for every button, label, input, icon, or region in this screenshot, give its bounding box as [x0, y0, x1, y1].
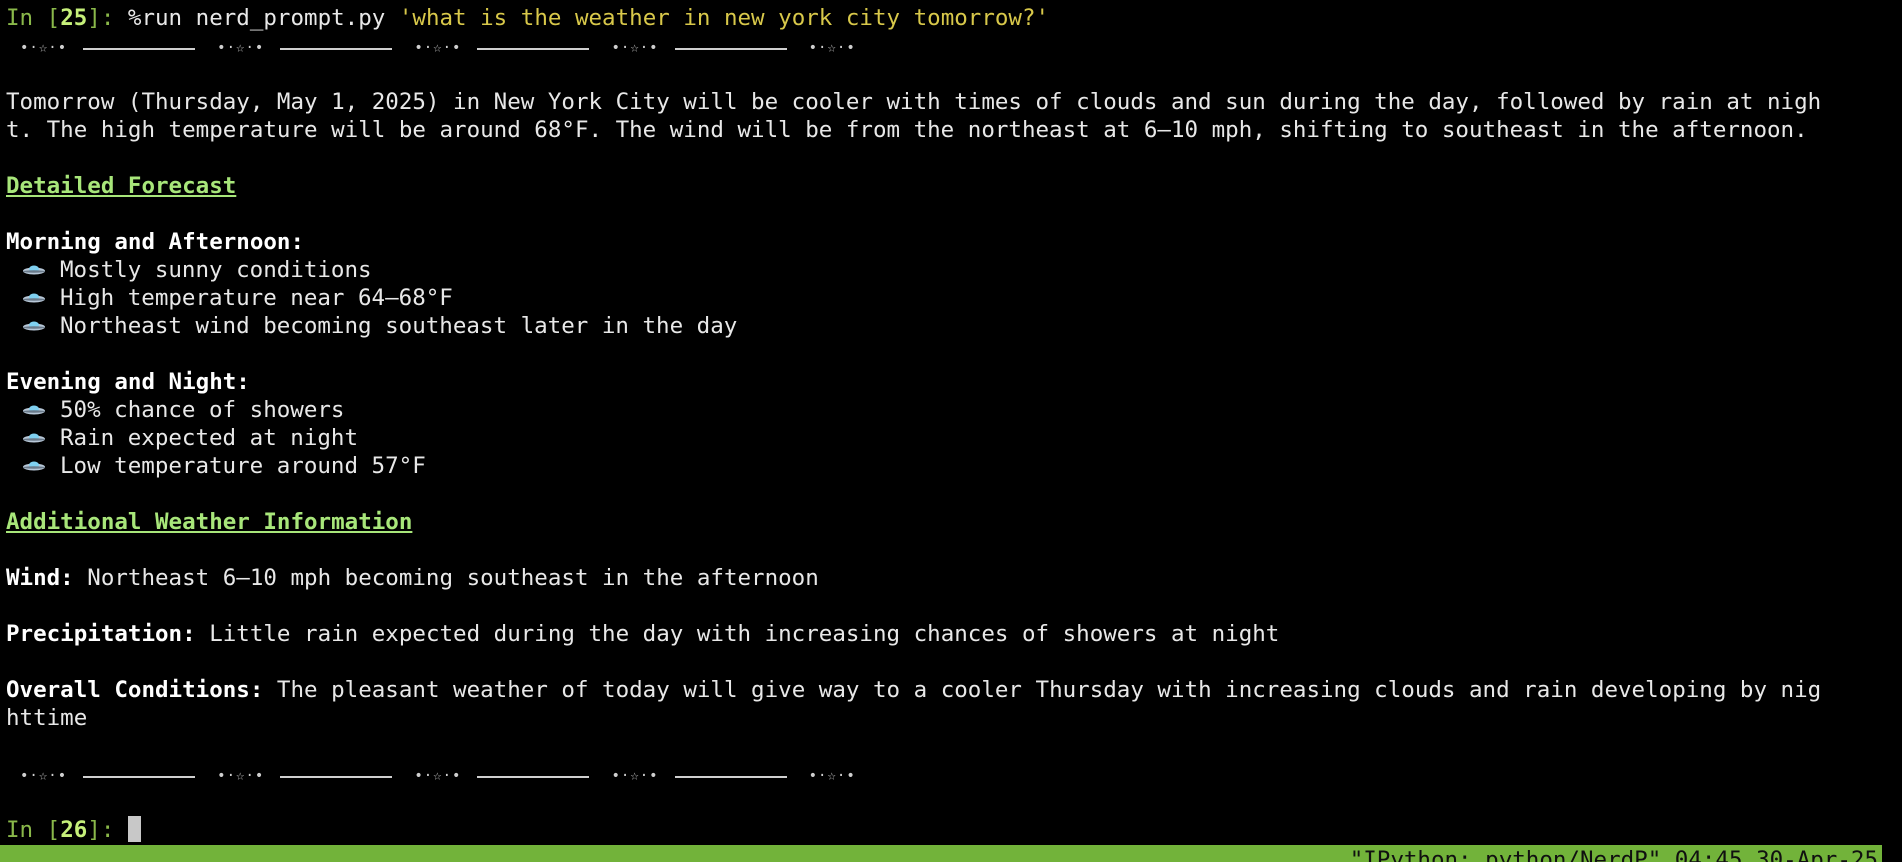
summary-line-1: Tomorrow (Thursday, May 1, 2025) in New … — [6, 89, 1822, 115]
wind-label: Wind: — [6, 565, 74, 591]
star-ornament-icon: •·☆·• — [808, 768, 856, 784]
list-item: High temperature near 64–68°F — [22, 284, 453, 312]
star-ornament-icon: •·☆·• — [611, 40, 659, 56]
prompt-number: 25 — [60, 5, 88, 31]
bottom-divider: •·☆·• •·☆·• •·☆·• •·☆·• •·☆·• — [20, 762, 856, 790]
morning-item-1: Mostly sunny conditions — [60, 257, 372, 283]
additional-info-heading: Additional Weather Information — [6, 509, 413, 535]
detailed-forecast-heading: Detailed Forecast — [6, 173, 237, 199]
wind-value: Northeast 6–10 mph becoming southeast in… — [73, 565, 819, 591]
input-prompt-25: In [25]: %run nerd_prompt.py 'what is th… — [6, 4, 1049, 32]
terminal-screen: In [25]: %run nerd_prompt.py 'what is th… — [0, 0, 1902, 845]
star-ornament-icon: •·☆·• — [217, 40, 265, 56]
evening-night-label: Evening and Night: — [6, 369, 250, 395]
morning-item-3: Northeast wind becoming southeast later … — [60, 313, 738, 339]
status-bar-text: "IPython: python/NerdP" 04:45 30-Apr-25 — [1349, 847, 1878, 862]
ufo-icon — [23, 321, 45, 331]
morning-item-2: High temperature near 64–68°F — [60, 285, 453, 311]
prompt-label: In [ — [6, 817, 61, 843]
prompt-suffix: ]: — [87, 5, 128, 31]
precipitation-line: Precipitation: Little rain expected duri… — [6, 620, 1279, 648]
divider-line — [674, 776, 787, 778]
input-prompt-26[interactable]: In [26]: — [6, 815, 141, 844]
text-cursor[interactable] — [127, 815, 141, 842]
star-ornament-icon: •·☆·• — [20, 768, 68, 784]
wind-line: Wind: Northeast 6–10 mph becoming southe… — [6, 564, 819, 592]
star-ornament-icon: •·☆·• — [808, 40, 856, 56]
divider-line — [477, 776, 590, 778]
precipitation-value: Little rain expected during the day with… — [195, 621, 1280, 647]
overall-conditions-wrap: httime — [6, 705, 88, 731]
command-argument: 'what is the weather in new york city to… — [398, 5, 1050, 31]
evening-item-3: Low temperature around 57°F — [60, 453, 426, 479]
summary-line-2: t. The high temperature will be around 6… — [6, 117, 1808, 143]
ufo-icon — [23, 461, 45, 471]
prompt-label: In [ — [6, 5, 61, 31]
evening-item-2: Rain expected at night — [60, 425, 359, 451]
status-bar: "IPython: python/NerdP" 04:45 30-Apr-25 — [0, 845, 1882, 862]
overall-label: Overall Conditions: — [6, 677, 264, 703]
list-item: Low temperature around 57°F — [22, 452, 426, 480]
star-ornament-icon: •·☆·• — [414, 40, 462, 56]
morning-afternoon-label: Morning and Afternoon: — [6, 229, 305, 255]
divider-line — [674, 48, 787, 50]
divider-line — [280, 48, 393, 50]
list-item: Rain expected at night — [22, 424, 358, 452]
ufo-icon — [23, 265, 45, 275]
list-item: Mostly sunny conditions — [22, 256, 372, 284]
divider-line — [83, 776, 196, 778]
top-divider: •·☆·• •·☆·• •·☆·• •·☆·• •·☆·• — [20, 34, 856, 62]
divider-line — [83, 48, 196, 50]
prompt-suffix: ]: — [87, 817, 128, 843]
star-ornament-icon: •·☆·• — [611, 768, 659, 784]
list-item: 50% chance of showers — [22, 396, 344, 424]
precipitation-label: Precipitation: — [6, 621, 196, 647]
run-command: %run nerd_prompt.py — [127, 5, 399, 31]
divider-line — [280, 776, 393, 778]
prompt-number: 26 — [60, 817, 88, 843]
ufo-icon — [23, 405, 45, 415]
overall-value: The pleasant weather of today will give … — [263, 677, 1822, 703]
ufo-icon — [23, 433, 45, 443]
star-ornament-icon: •·☆·• — [414, 768, 462, 784]
divider-line — [477, 48, 590, 50]
list-item: Northeast wind becoming southeast later … — [22, 312, 737, 340]
star-ornament-icon: •·☆·• — [20, 40, 68, 56]
overall-conditions-line: Overall Conditions: The pleasant weather… — [6, 676, 1821, 704]
ufo-icon — [23, 293, 45, 303]
star-ornament-icon: •·☆·• — [217, 768, 265, 784]
evening-item-1: 50% chance of showers — [60, 397, 345, 423]
